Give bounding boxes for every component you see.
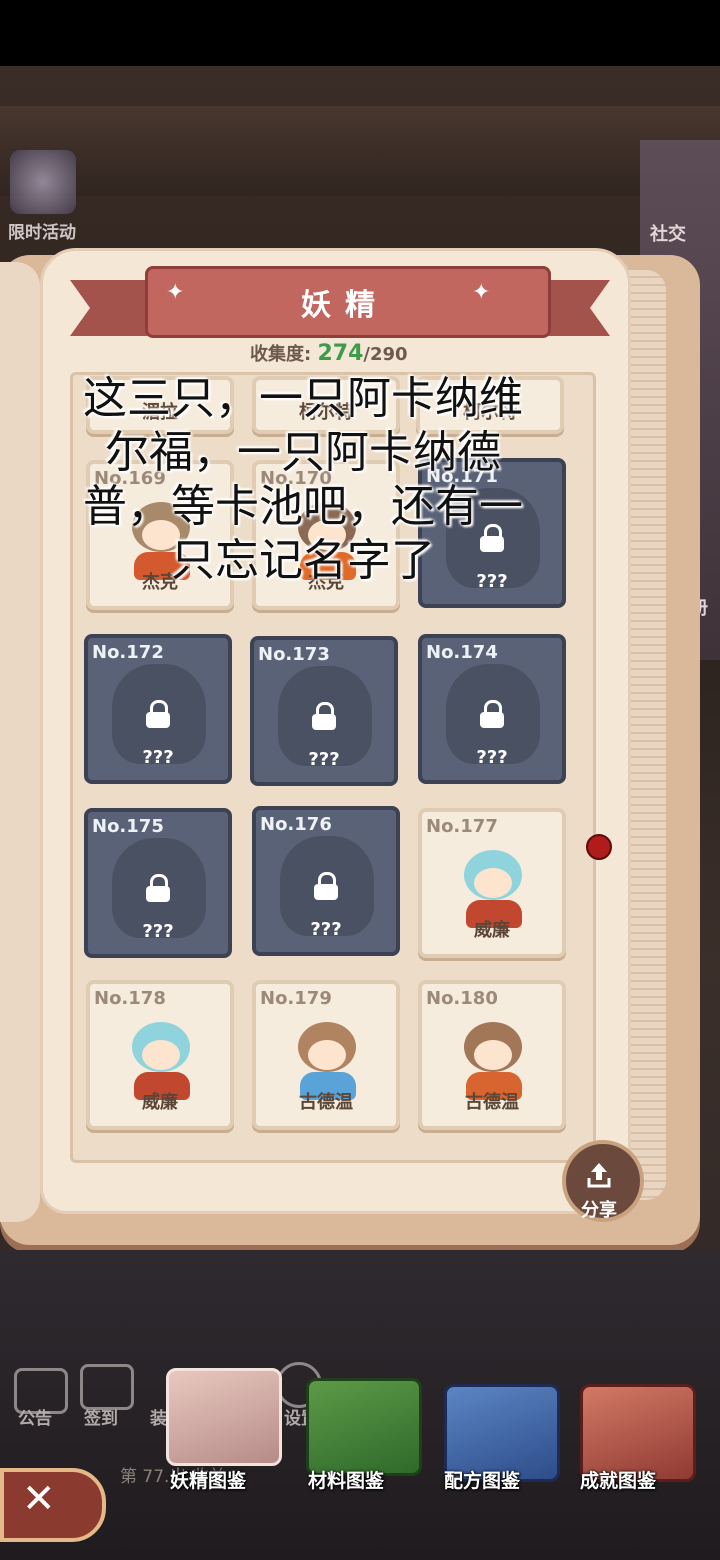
lock-icon [478, 700, 506, 728]
fairy-name: 古德温 [465, 1092, 519, 1113]
fairy-name: 威廉 [474, 920, 510, 941]
fairy-card[interactable]: No.179 古德温 [252, 980, 400, 1130]
fairy-card[interactable]: No.180 古德温 [418, 980, 566, 1130]
book-left-page [0, 262, 40, 1222]
fairy-name: ??? [308, 749, 340, 770]
fairy-card-locked[interactable]: No.172 ??? [84, 634, 232, 784]
checkin-label[interactable]: 签到 [84, 1404, 118, 1429]
fairy-number: No.172 [92, 642, 164, 663]
background-shelf [0, 106, 720, 196]
fairy-name: ??? [310, 919, 342, 940]
fairy-number: No.174 [426, 642, 498, 663]
share-label: 分享 [581, 1200, 617, 1221]
fairy-number: No.177 [426, 816, 498, 837]
collection-progress: 收集度: 274/290 [250, 340, 450, 366]
fairy-card-locked[interactable]: No.173 ??? [250, 636, 398, 786]
tab-material-collection[interactable] [306, 1378, 422, 1476]
lock-icon [312, 872, 340, 900]
fairy-number: No.179 [260, 988, 332, 1009]
fairy-number: No.178 [94, 988, 166, 1009]
lock-icon [144, 700, 172, 728]
lock-icon [144, 874, 172, 902]
equip-label[interactable]: 装 [150, 1404, 167, 1429]
collection-current: 274 [317, 341, 364, 366]
fairy-name: ??? [142, 921, 174, 942]
page-title: 妖精 [301, 288, 389, 323]
fairy-number: No.176 [260, 814, 332, 835]
fairy-number: No.173 [258, 644, 330, 665]
tab-recipe-label[interactable]: 配方图鉴 [444, 1466, 520, 1493]
tab-material-label[interactable]: 材料图鉴 [308, 1466, 384, 1493]
limited-event-label[interactable]: 限时活动 [8, 218, 76, 243]
lock-icon [310, 702, 338, 730]
fairy-card-locked[interactable]: No.174 ??? [418, 634, 566, 784]
ladybug-icon [586, 834, 612, 860]
fairy-name: 威廉 [142, 1092, 178, 1113]
fairy-number: No.175 [92, 816, 164, 837]
fairy-card[interactable]: No.177 威廉 [418, 808, 566, 958]
fairy-card[interactable]: No.178 威廉 [86, 980, 234, 1130]
social-button[interactable]: 社交 [650, 220, 686, 246]
overlay-caption: 这三只，一只阿卡纳维尔福，一只阿卡纳德普，等卡池吧，还有一只忘记名字了 [83, 373, 523, 586]
fairy-name: ??? [476, 747, 508, 768]
notice-label[interactable]: 公告 [18, 1404, 52, 1429]
close-icon[interactable]: ✕ [22, 1476, 56, 1522]
share-icon [587, 1163, 611, 1188]
fairy-name: ??? [142, 747, 174, 768]
tab-fairy-label[interactable]: 妖精图鉴 [170, 1466, 246, 1493]
fairy-name: 古德温 [299, 1092, 353, 1113]
event-icon[interactable] [10, 150, 76, 214]
collection-label: 收集度: [250, 344, 312, 365]
fairy-card-locked[interactable]: No.175 ??? [84, 808, 232, 958]
tab-fairy-collection[interactable] [166, 1368, 282, 1466]
collection-total: /290 [363, 344, 408, 365]
fairy-card-locked[interactable]: No.176 ??? [252, 806, 400, 956]
tab-achievement-label[interactable]: 成就图鉴 [580, 1466, 656, 1493]
status-bar [0, 0, 720, 66]
fairy-number: No.180 [426, 988, 498, 1009]
